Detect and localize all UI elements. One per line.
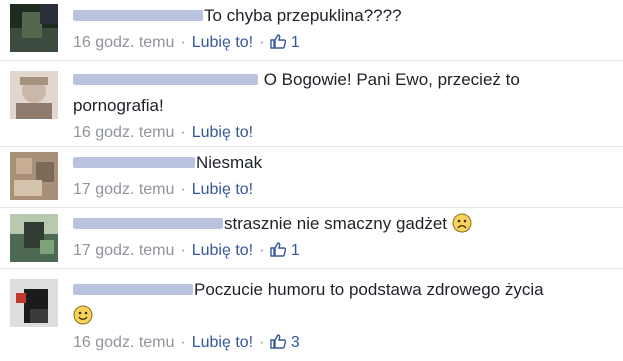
avatar[interactable] xyxy=(10,71,58,119)
thumbs-up-icon xyxy=(270,334,287,356)
comment-item: strasznie nie smaczny gadżet 17 godz. te… xyxy=(0,208,623,269)
avatar[interactable] xyxy=(10,214,58,262)
comment-item: To chyba przepuklina???? 16 godz. temu · L… xyxy=(0,0,623,61)
comment-item: O Bogowie! Pani Ewo, przecież to pornogr… xyxy=(0,61,623,147)
like-count[interactable]: 1 xyxy=(270,242,300,259)
like-button[interactable]: Lubię to! xyxy=(192,181,253,198)
comment-timestamp[interactable]: 16 godz. temu xyxy=(73,334,174,351)
comment-timestamp[interactable]: 17 godz. temu xyxy=(73,242,174,259)
smile-face-icon xyxy=(73,305,93,325)
comment-timestamp[interactable]: 17 godz. temu xyxy=(73,181,174,198)
avatar[interactable] xyxy=(10,4,58,52)
comment-timestamp[interactable]: 16 godz. temu xyxy=(73,124,174,141)
comment-item: Niesmak 17 godz. temu · Lubię to! xyxy=(0,147,623,208)
comment-timestamp[interactable]: 16 godz. temu xyxy=(73,34,174,51)
like-count[interactable]: 3 xyxy=(270,334,300,351)
comment-text: Niesmak xyxy=(196,153,263,172)
sad-face-icon xyxy=(452,213,472,233)
avatar[interactable] xyxy=(10,279,58,327)
like-button[interactable]: Lubię to! xyxy=(192,334,253,351)
comment-text: Poczucie humoru to podstawa zdrowego życ… xyxy=(194,280,544,299)
comment-text: To chyba przepuklina???? xyxy=(204,6,402,25)
author-name[interactable] xyxy=(73,156,195,168)
author-name[interactable] xyxy=(73,73,258,85)
like-button[interactable]: Lubię to! xyxy=(192,124,253,141)
thumbs-up-icon xyxy=(270,242,287,264)
avatar[interactable] xyxy=(10,152,58,200)
like-button[interactable]: Lubię to! xyxy=(192,34,253,51)
author-name[interactable] xyxy=(73,283,193,295)
comment-text: strasznie nie smaczny gadżet xyxy=(224,214,447,233)
author-name[interactable] xyxy=(73,9,203,21)
thumbs-up-icon xyxy=(270,34,287,56)
like-count[interactable]: 1 xyxy=(270,34,300,51)
comment-item: Poczucie humoru to podstawa zdrowego życ… xyxy=(0,269,623,361)
author-name[interactable] xyxy=(73,217,223,229)
like-button[interactable]: Lubię to! xyxy=(192,242,253,259)
